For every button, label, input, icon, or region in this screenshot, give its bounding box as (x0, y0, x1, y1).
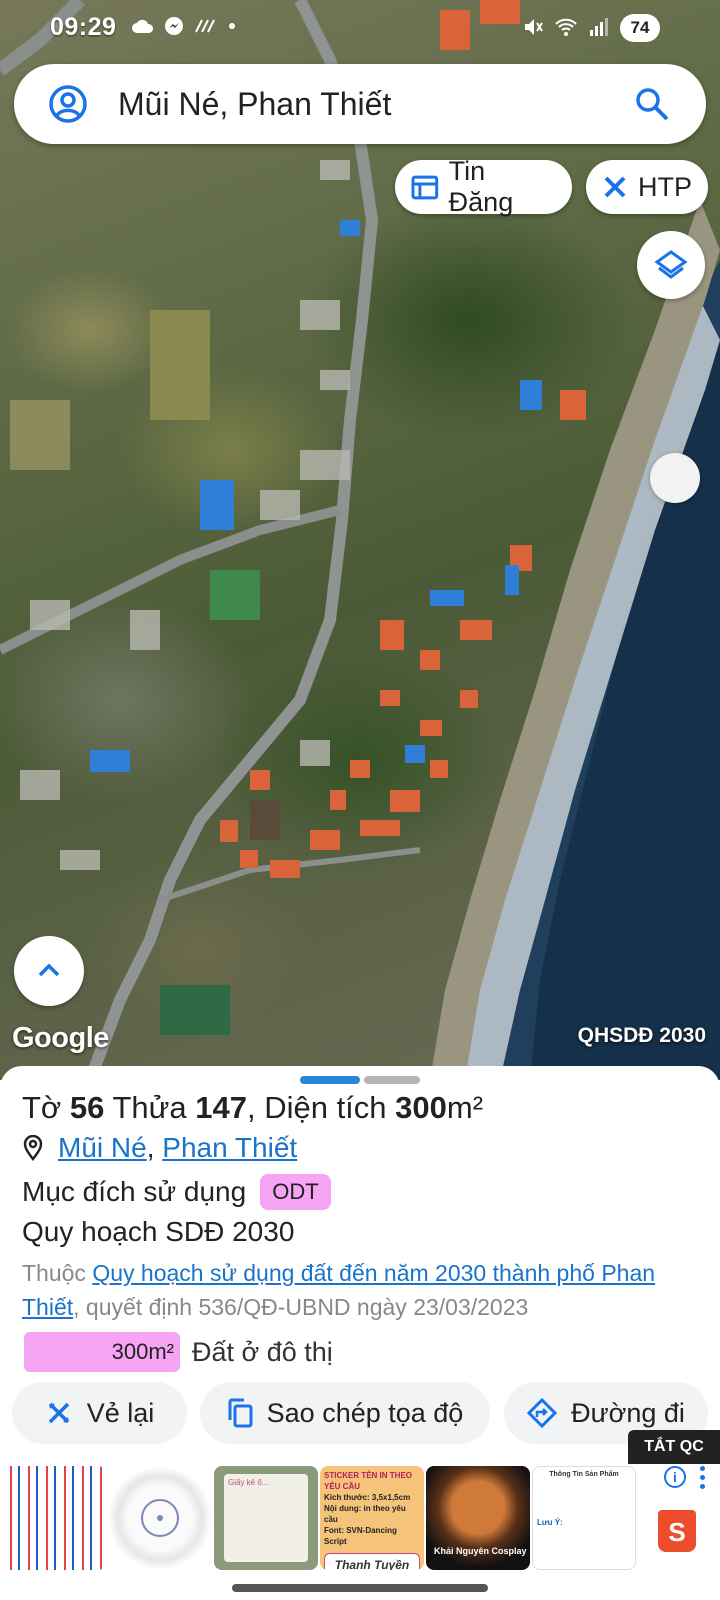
ad-thumb-4[interactable]: STICKER TÊN IN THEO YÊU CẦU Kích thước: … (320, 1466, 424, 1570)
listing-icon (411, 175, 439, 200)
sheet-label: Tờ (22, 1090, 62, 1125)
sheet-handle-active[interactable] (300, 1076, 360, 1084)
ad6-title: Thông Tin Sản Phẩm (549, 1471, 619, 1478)
location-row: Mũi Né, Phan Thiết (22, 1132, 297, 1164)
redraw-button[interactable]: Vẻ lại (12, 1382, 187, 1444)
ruler-cross-icon (604, 176, 626, 198)
ad4-line4: Font: SVN-Dancing Script (324, 1526, 397, 1546)
status-icons-right (522, 16, 608, 38)
home-indicator[interactable] (232, 1584, 488, 1592)
ad6-note: Lưu Ý: (537, 1518, 563, 1527)
search-bar[interactable]: Mũi Né, Phan Thiết (14, 64, 706, 144)
plan-suffix: , quyết định 536/QĐ-UBND ngày 23/03/2023 (73, 1294, 529, 1320)
purpose-badge: ODT (260, 1174, 331, 1210)
layers-button[interactable] (637, 231, 705, 299)
wifi-icon (555, 18, 577, 36)
ad3-text: Giấy kẻ ô... (228, 1478, 269, 1487)
wifi-device-icon (141, 1499, 179, 1537)
search-input[interactable]: Mũi Né, Phan Thiết (118, 86, 391, 123)
ad-thumb-3[interactable]: Giấy kẻ ô... (214, 1466, 318, 1570)
tin-dang-label: Tin Đăng (448, 156, 514, 217)
parcel-number: 147 (195, 1090, 247, 1125)
location-link-ward[interactable]: Mũi Né (58, 1132, 147, 1163)
location-link-city[interactable]: Phan Thiết (162, 1132, 297, 1163)
ad-info-icon[interactable]: i (664, 1466, 686, 1488)
mute-icon (525, 19, 543, 35)
ad-thumb-5[interactable]: Khải Nguyên Cosplay (426, 1466, 530, 1570)
status-bar: 09:29 74 (0, 0, 720, 56)
ad-more-icon[interactable] (700, 1466, 706, 1493)
htp-chip[interactable]: HTP (586, 160, 708, 214)
parcel-info-sheet: Tờ 56 Thửa 147, Diện tích 300m² Mũi Né, … (0, 1066, 720, 1444)
map-layer-label: QHSDĐ 2030 (577, 1024, 706, 1047)
copy-icon (228, 1398, 253, 1428)
ad4-line2: Kích thước: 3,5x1,5cm (324, 1493, 411, 1502)
ad-thumb-2[interactable] (108, 1466, 212, 1570)
location-separator: , (146, 1132, 155, 1163)
chevron-up-icon (38, 963, 60, 977)
area-label: , Diện tích (246, 1090, 387, 1125)
parcel-label: Thửa (112, 1090, 187, 1125)
area-unit: m² (446, 1090, 484, 1125)
purpose-label: Mục đích sử dụng (22, 1176, 247, 1207)
search-icon[interactable] (634, 86, 670, 122)
cloud-icon (132, 19, 154, 33)
plan-description: Thuộc Quy hoạch sử dụng đất đến năm 2030… (22, 1256, 702, 1324)
purpose-row: Mục đích sử dụng ODT (22, 1174, 331, 1210)
navigation-bar (0, 1570, 720, 1600)
legend-row: 300m² Đất ở đô thị (24, 1332, 333, 1372)
legend-label: Đất ở đô thị (192, 1336, 333, 1367)
ad4-line1: STICKER TÊN IN THEO YÊU CẦU (324, 1471, 413, 1491)
status-icons-left (132, 16, 236, 36)
sheet-handle-inactive[interactable] (364, 1076, 420, 1084)
no-signal-icon (195, 19, 215, 33)
expand-up-button[interactable] (14, 936, 84, 1006)
ad4-line3: Nội dung: in theo yêu cầu (324, 1504, 406, 1524)
copy-coordinates-button[interactable]: Sao chép tọa độ (200, 1382, 490, 1444)
ad4-name: Thanh Tuyền (324, 1553, 420, 1570)
ad-close-button[interactable]: TẮT QC (628, 1430, 720, 1464)
ad5-text: Khải Nguyên Cosplay (434, 1546, 527, 1556)
location-pin-icon (23, 1135, 43, 1161)
tin-dang-chip[interactable]: Tin Đăng (395, 156, 572, 217)
ruler-cross-icon (48, 1402, 69, 1424)
directions-label: Đường đi (571, 1397, 685, 1428)
ad3-paper: Giấy kẻ ô... (224, 1474, 308, 1562)
dot-icon (229, 23, 235, 29)
messenger-icon (165, 17, 183, 35)
signal-icon (590, 18, 608, 36)
ad-thumb-6[interactable]: Thông Tin Sản Phẩm Lưu Ý: (532, 1466, 636, 1570)
status-time: 09:29 (50, 13, 117, 41)
legend-swatch: 300m² (24, 1332, 180, 1372)
ad-thumb-1[interactable] (2, 1466, 106, 1570)
redraw-label: Vẻ lại (86, 1397, 155, 1428)
area-value: 300 (395, 1090, 447, 1125)
account-icon[interactable] (48, 84, 88, 124)
google-logo: Google (12, 1022, 109, 1054)
shopee-bag-icon[interactable]: S (658, 1510, 696, 1552)
copy-coordinates-label: Sao chép tọa độ (266, 1397, 464, 1428)
parcel-title: Tờ 56 Thửa 147, Diện tích 300m² (22, 1090, 483, 1126)
htp-label: HTP (638, 171, 692, 202)
plan-title: Quy hoạch SDĐ 2030 (22, 1216, 295, 1247)
side-scroll-handle[interactable] (650, 453, 700, 503)
battery-icon: 74 (620, 14, 660, 42)
satellite-map[interactable]: 09:29 74 Mũi Né, Phan Thiết Tin Đăng HTP… (0, 0, 720, 1080)
ad-banner[interactable]: Giấy kẻ ô... STICKER TÊN IN THEO YÊU CẦU… (0, 1464, 720, 1570)
directions-icon (527, 1398, 558, 1428)
plan-prefix: Thuộc (22, 1260, 86, 1286)
sheet-number: 56 (69, 1090, 105, 1125)
layers-icon (654, 250, 688, 279)
